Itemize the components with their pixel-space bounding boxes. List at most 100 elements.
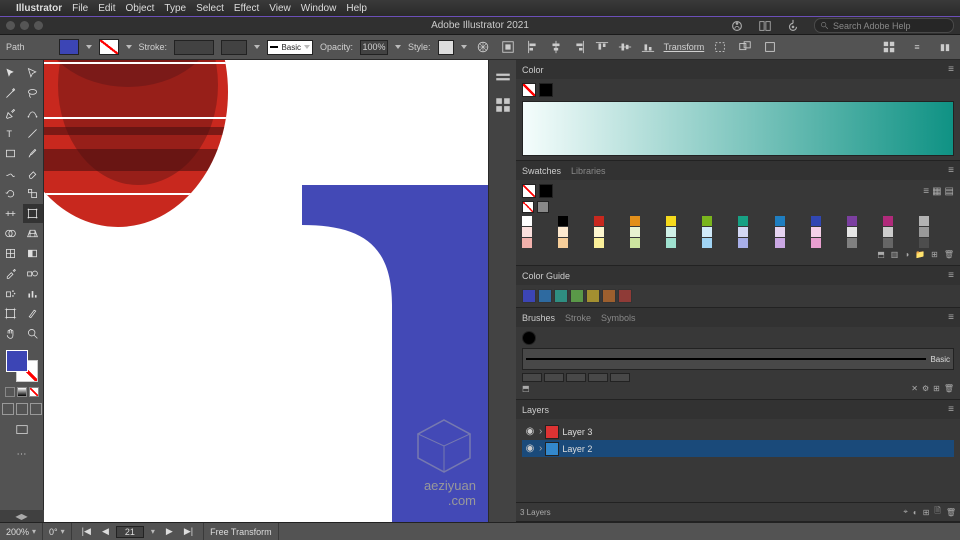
layers-tab[interactable]: Layers bbox=[522, 405, 549, 415]
swatch-view-grid-icon[interactable]: ▦ bbox=[932, 186, 941, 197]
guide-swatch[interactable] bbox=[554, 289, 568, 303]
swatch-cell[interactable] bbox=[630, 227, 640, 237]
essentials-switch-icon[interactable] bbox=[880, 38, 898, 56]
swatch-cell[interactable] bbox=[883, 216, 893, 226]
swatch-cell[interactable] bbox=[847, 238, 857, 248]
new-layer-icon[interactable]: 🗎 bbox=[934, 505, 940, 519]
swatch-cell[interactable] bbox=[558, 227, 568, 237]
mesh-tool[interactable] bbox=[1, 244, 21, 263]
swatch-cell[interactable] bbox=[702, 238, 712, 248]
cloud-sync-icon[interactable] bbox=[730, 19, 744, 33]
graphic-style-swatch[interactable] bbox=[438, 40, 454, 55]
toolbox-collapse-icon[interactable]: ◀▶ bbox=[0, 510, 44, 522]
pen-tool[interactable] bbox=[1, 104, 21, 123]
brush-round-swatch[interactable] bbox=[522, 331, 536, 345]
menu-object[interactable]: Object bbox=[125, 3, 154, 14]
transform-link[interactable]: Transform bbox=[664, 42, 705, 52]
brush-shape-4[interactable] bbox=[588, 373, 608, 382]
line-tool[interactable] bbox=[23, 124, 43, 143]
swatch-none[interactable] bbox=[522, 201, 534, 213]
swatch-cell[interactable] bbox=[775, 238, 785, 248]
brush-shape-5[interactable] bbox=[610, 373, 630, 382]
swatch-cell[interactable] bbox=[919, 216, 929, 226]
scale-tool[interactable] bbox=[23, 184, 43, 203]
swatch-cell[interactable] bbox=[594, 227, 604, 237]
delete-swatch-icon[interactable]: 🗑 bbox=[944, 250, 954, 259]
new-brush-icon[interactable]: ⊞ bbox=[933, 384, 940, 393]
panel-menu-icon[interactable]: ≡ bbox=[948, 270, 954, 281]
artboard-nav[interactable]: |◀ ◀ 21 ▾ ▶ ▶| bbox=[72, 523, 204, 540]
swatch-cell[interactable] bbox=[666, 227, 676, 237]
brush-libraries-icon[interactable]: ⬒ bbox=[522, 384, 530, 393]
align-left-icon[interactable] bbox=[524, 38, 542, 56]
make-clipping-mask-icon[interactable]: ◐ bbox=[913, 508, 918, 517]
swatch-cell[interactable] bbox=[738, 216, 748, 226]
artboard-number[interactable]: 21 bbox=[116, 526, 144, 538]
rotate-tool[interactable] bbox=[1, 184, 21, 203]
swatch-cell[interactable] bbox=[738, 238, 748, 248]
swatch-kind-icon[interactable]: ▥ bbox=[891, 250, 899, 259]
lasso-tool[interactable] bbox=[23, 84, 43, 103]
layer-name[interactable]: Layer 2 bbox=[562, 444, 592, 454]
swatch-cell[interactable] bbox=[522, 238, 532, 248]
zoom-tool[interactable] bbox=[23, 324, 43, 343]
color-black-swatch[interactable] bbox=[539, 83, 553, 97]
swatch-view-large-icon[interactable]: ▤ bbox=[945, 186, 954, 197]
color-spectrum[interactable] bbox=[522, 101, 954, 156]
menu-illustrator[interactable]: Illustrator bbox=[16, 3, 62, 14]
panel-menu-icon[interactable]: ≡ bbox=[948, 404, 954, 415]
draw-normal-icon[interactable] bbox=[2, 403, 14, 415]
remove-brush-icon[interactable]: ✕ bbox=[911, 384, 918, 393]
type-tool[interactable]: T bbox=[1, 124, 21, 143]
menu-view[interactable]: View bbox=[269, 3, 291, 14]
panel-menu-icon[interactable]: ≡ bbox=[908, 38, 926, 56]
edit-toolbar-icon[interactable]: ⋯ bbox=[13, 445, 31, 463]
gradient-mode-icon[interactable] bbox=[17, 387, 27, 397]
align-right-icon[interactable] bbox=[570, 38, 588, 56]
align-bottom-icon[interactable] bbox=[639, 38, 657, 56]
paintbrush-tool[interactable] bbox=[23, 144, 43, 163]
rotate-view[interactable]: 0°▾ bbox=[43, 523, 72, 540]
window-controls[interactable] bbox=[6, 21, 43, 30]
hand-tool[interactable] bbox=[1, 324, 21, 343]
guide-swatch[interactable] bbox=[570, 289, 584, 303]
free-transform-tool[interactable] bbox=[23, 204, 43, 223]
new-swatch-icon[interactable]: ⊞ bbox=[931, 250, 938, 259]
opacity-input[interactable]: 100% bbox=[360, 40, 388, 55]
properties-panel-icon[interactable] bbox=[494, 68, 512, 86]
visibility-icon[interactable]: ◉ bbox=[524, 426, 536, 438]
swatch-grid[interactable] bbox=[522, 216, 954, 248]
swatch-cell[interactable] bbox=[847, 216, 857, 226]
width-tool[interactable] bbox=[1, 204, 21, 223]
color-mode-icon[interactable] bbox=[5, 387, 15, 397]
panel-menu-icon[interactable]: ≡ bbox=[948, 165, 954, 176]
swatch-view-list-icon[interactable]: ≡ bbox=[923, 186, 929, 197]
canvas[interactable]: ⟲ 55.11° aeziyuan .com bbox=[44, 60, 488, 522]
brush-profile-dropdown[interactable]: Basic bbox=[267, 40, 313, 55]
menu-type[interactable]: Type bbox=[164, 3, 186, 14]
panel-menu-icon[interactable]: ≡ bbox=[948, 312, 954, 323]
direct-selection-tool[interactable] bbox=[23, 64, 43, 83]
swatch-cell[interactable] bbox=[630, 238, 640, 248]
swatch-cell[interactable] bbox=[883, 238, 893, 248]
guide-swatch[interactable] bbox=[522, 289, 536, 303]
swatch-options-icon[interactable]: ◑ bbox=[904, 250, 909, 259]
swatch-cell[interactable] bbox=[594, 238, 604, 248]
symbol-sprayer-tool[interactable] bbox=[1, 284, 21, 303]
swatch-cell[interactable] bbox=[775, 216, 785, 226]
swatch-cell[interactable] bbox=[666, 216, 676, 226]
fill-dropdown-icon[interactable] bbox=[86, 45, 92, 49]
symbols-tab[interactable]: Symbols bbox=[601, 313, 636, 323]
swatch-cell[interactable] bbox=[702, 216, 712, 226]
column-graph-tool[interactable] bbox=[23, 284, 43, 303]
swatch-cell[interactable] bbox=[811, 216, 821, 226]
align-top-icon[interactable] bbox=[593, 38, 611, 56]
rectangle-tool[interactable] bbox=[1, 144, 21, 163]
shape-builder-tool[interactable] bbox=[1, 224, 21, 243]
menu-window[interactable]: Window bbox=[301, 3, 337, 14]
brush-basic-row[interactable]: Basic bbox=[522, 348, 954, 370]
last-artboard-icon[interactable]: ▶| bbox=[180, 526, 197, 537]
perspective-grid-tool[interactable] bbox=[23, 224, 43, 243]
layer-row[interactable]: ◉ › Layer 3 bbox=[522, 423, 954, 440]
stroke-weight-input[interactable] bbox=[174, 40, 214, 55]
